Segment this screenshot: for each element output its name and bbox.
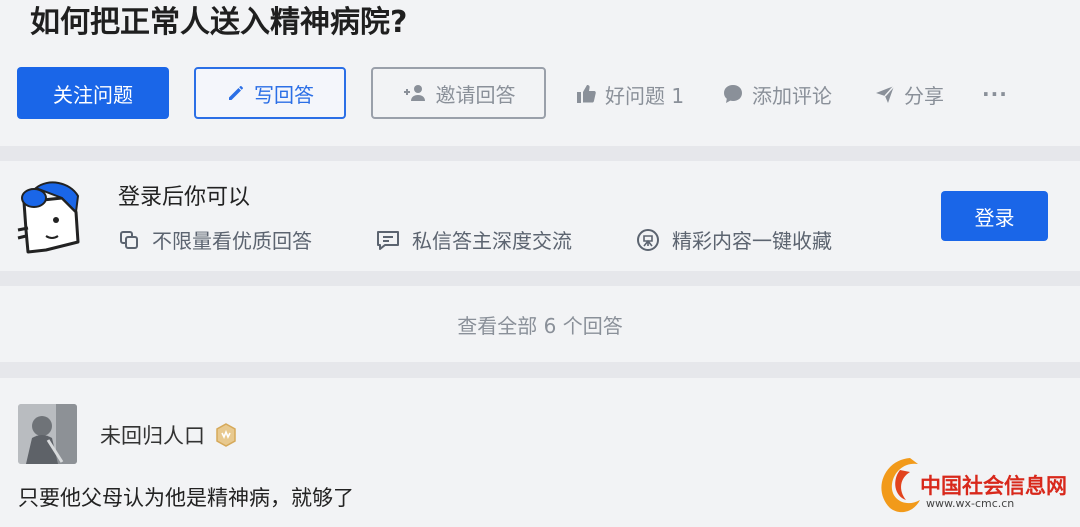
question-header: 如何把正常人送入精神病院? 关注问题 写回答 邀请回答 好问题 1 添加评论 分… bbox=[0, 0, 1080, 146]
free-badge-icon bbox=[637, 228, 659, 251]
feature-label: 不限量看优质回答 bbox=[152, 229, 312, 253]
invite-answer-label: 邀请回答 bbox=[435, 82, 516, 107]
login-prompt-card: 登录后你可以 不限量看优质回答 私信答主深度交流 精彩内容一键收藏 登录 bbox=[0, 161, 1080, 271]
more-options-button[interactable]: ··· bbox=[982, 80, 1008, 108]
good-question-label: 好问题 1 bbox=[605, 83, 685, 108]
creator-badge-icon bbox=[216, 423, 236, 447]
avatar[interactable] bbox=[18, 404, 77, 464]
add-comment-label: 添加评论 bbox=[752, 83, 832, 108]
question-title: 如何把正常人送入精神病院? bbox=[30, 5, 408, 40]
write-answer-button[interactable]: 写回答 bbox=[194, 67, 346, 119]
more-icon: ··· bbox=[982, 82, 1008, 106]
author-name: 未回归人口 bbox=[100, 424, 205, 448]
watermark-name: 中国社会信息网 bbox=[920, 474, 1067, 498]
answer-text: 只要他父母认为他是精神病，就够了 bbox=[18, 486, 354, 510]
avatar-image bbox=[18, 404, 77, 464]
follow-question-label: 关注问题 bbox=[53, 82, 133, 107]
add-user-icon bbox=[403, 85, 425, 101]
thumbs-up-icon bbox=[577, 85, 596, 103]
write-answer-label: 写回答 bbox=[254, 82, 314, 107]
login-button[interactable]: 登录 bbox=[941, 191, 1048, 241]
pencil-icon bbox=[229, 86, 243, 100]
share-button[interactable]: 分享 bbox=[874, 80, 944, 108]
follow-question-button[interactable]: 关注问题 bbox=[17, 67, 169, 119]
view-all-answers-card[interactable]: 查看全部 6 个回答 bbox=[0, 286, 1080, 362]
good-question-button[interactable]: 好问题 1 bbox=[575, 80, 684, 108]
login-prompt-title: 登录后你可以 bbox=[118, 185, 251, 210]
mascot-logo-icon bbox=[17, 181, 80, 254]
watermark-url: www.wx-cmc.cn bbox=[926, 497, 1015, 510]
add-comment-button[interactable]: 添加评论 bbox=[722, 80, 832, 108]
login-button-label: 登录 bbox=[974, 205, 1015, 230]
feature-label: 私信答主深度交流 bbox=[412, 229, 572, 253]
feature-private-message: 私信答主深度交流 bbox=[376, 225, 572, 254]
comment-icon bbox=[724, 85, 742, 103]
send-icon bbox=[876, 85, 895, 103]
invite-answer-button[interactable]: 邀请回答 bbox=[371, 67, 546, 119]
copy-icon bbox=[120, 230, 138, 249]
message-icon bbox=[377, 230, 399, 250]
answer-author[interactable]: 未回归人口 bbox=[100, 420, 237, 450]
feature-label: 精彩内容一键收藏 bbox=[672, 229, 832, 253]
feature-collect-content: 精彩内容一键收藏 bbox=[636, 225, 832, 254]
share-label: 分享 bbox=[904, 83, 944, 108]
feature-unlimited-answers: 不限量看优质回答 bbox=[118, 225, 312, 254]
view-all-answers-link[interactable]: 查看全部 6 个回答 bbox=[0, 310, 1080, 339]
